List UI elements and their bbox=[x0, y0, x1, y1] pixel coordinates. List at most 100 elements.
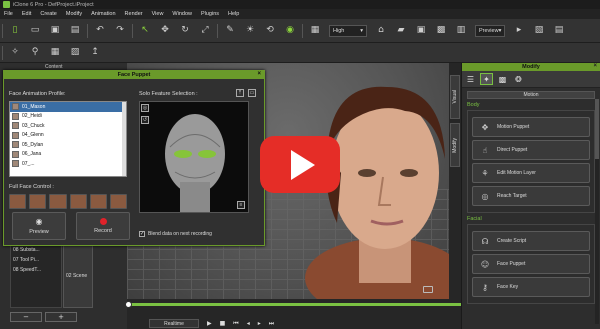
direct-puppet-button[interactable]: ☝ Direct Puppet bbox=[472, 140, 590, 160]
paint-icon[interactable]: ✎ bbox=[224, 25, 236, 37]
menu-render[interactable]: Render bbox=[125, 11, 143, 17]
rotate-icon[interactable]: ↻ bbox=[179, 25, 191, 37]
timeline-handle[interactable] bbox=[125, 301, 132, 308]
axis-icon[interactable]: ↥ bbox=[89, 47, 101, 59]
light-icon[interactable]: ☀ bbox=[244, 25, 256, 37]
last-frame-icon[interactable]: ⏭ bbox=[269, 320, 274, 328]
quality-select[interactable]: High ▾ bbox=[329, 24, 367, 37]
scrollbar-thumb[interactable] bbox=[595, 99, 599, 159]
face-preset[interactable] bbox=[29, 194, 47, 209]
grid-icon[interactable]: ▦ bbox=[49, 47, 61, 59]
tab-visual[interactable]: Visual bbox=[450, 75, 460, 119]
prev-frame-icon[interactable]: ◂ bbox=[247, 320, 250, 327]
list-view-icon[interactable]: ≡ bbox=[237, 201, 245, 209]
redo-icon[interactable]: ↷ bbox=[114, 25, 126, 37]
close-icon[interactable]: × bbox=[257, 71, 261, 77]
select-feature-icon[interactable]: ◎ bbox=[141, 104, 149, 112]
preview-select[interactable]: Preview ▾ bbox=[475, 24, 505, 37]
video-play-button[interactable] bbox=[260, 136, 340, 193]
list-item[interactable]: 03_Chuck bbox=[10, 121, 126, 131]
motion-section-bar[interactable]: Motion bbox=[467, 91, 595, 99]
viewport-toggle-icon[interactable] bbox=[423, 286, 433, 293]
animation-icon[interactable]: ✦ bbox=[480, 73, 493, 85]
material-icon[interactable]: ❂ bbox=[512, 73, 525, 85]
list-item[interactable]: 06_Jana bbox=[10, 150, 126, 160]
scale-icon[interactable]: ⤢ bbox=[199, 25, 211, 37]
attributes-icon[interactable]: ☰ bbox=[464, 73, 477, 85]
scrollbar[interactable] bbox=[595, 99, 599, 324]
tab-modify[interactable]: Modify bbox=[450, 123, 460, 167]
save-icon[interactable]: ▭ bbox=[248, 89, 256, 97]
morph-icon[interactable]: ▩ bbox=[496, 73, 509, 85]
face-preset[interactable] bbox=[9, 194, 27, 209]
export-icon[interactable]: ▧ bbox=[533, 25, 545, 37]
sync-icon[interactable]: ⟲ bbox=[264, 25, 276, 37]
zoom-icon[interactable]: ⚲ bbox=[29, 47, 41, 59]
menu-edit[interactable]: Edit bbox=[22, 11, 31, 17]
home-icon[interactable]: ⌂ bbox=[375, 25, 387, 37]
render-icon[interactable]: ▸ bbox=[513, 25, 525, 37]
blend-checkbox[interactable]: ✓ bbox=[139, 231, 145, 237]
list-item[interactable]: 04_Glenn bbox=[10, 131, 126, 141]
remove-button[interactable]: − bbox=[10, 312, 42, 322]
list-item[interactable]: 08 Substa... bbox=[11, 245, 61, 255]
close-icon[interactable]: × bbox=[593, 63, 597, 69]
motion-puppet-button[interactable]: ✥ Motion Puppet bbox=[472, 117, 590, 137]
list-item[interactable]: 01_Mason bbox=[10, 102, 126, 112]
scrollbar[interactable] bbox=[122, 102, 126, 176]
list-item[interactable]: 02_Heidi bbox=[10, 112, 126, 122]
face-preset[interactable] bbox=[69, 194, 87, 209]
menu-animation[interactable]: Animation bbox=[91, 11, 115, 17]
realtime-select[interactable]: Realtime bbox=[149, 319, 199, 328]
face-key-button[interactable]: ⚷ Face Key bbox=[472, 277, 590, 297]
menu-modify[interactable]: Modify bbox=[66, 11, 82, 17]
content-thumbnail[interactable]: 02 Scene bbox=[63, 244, 93, 308]
snap-icon[interactable]: ▨ bbox=[69, 47, 81, 59]
solo-feature-head[interactable] bbox=[139, 101, 249, 213]
menu-window[interactable]: Window bbox=[172, 11, 192, 17]
next-frame-icon[interactable]: ▸ bbox=[258, 320, 261, 327]
select-icon[interactable]: ↖ bbox=[139, 25, 151, 37]
open-icon[interactable]: ▭ bbox=[29, 25, 41, 37]
list-item[interactable]: 07_... bbox=[10, 159, 126, 169]
load-icon[interactable]: ⤒ bbox=[236, 89, 244, 97]
pick-target-icon[interactable]: ✧ bbox=[9, 47, 21, 59]
list-item[interactable]: 05_Dylan bbox=[10, 140, 126, 150]
menu-plugins[interactable]: Plugins bbox=[201, 11, 219, 17]
list-item[interactable]: 08 SpeedT... bbox=[11, 265, 61, 275]
face-preset[interactable] bbox=[109, 194, 128, 209]
camera-icon[interactable]: ▰ bbox=[395, 25, 407, 37]
move-icon[interactable]: ✥ bbox=[159, 25, 171, 37]
menu-help[interactable]: Help bbox=[228, 11, 239, 17]
blend-option[interactable]: ✓ Blend data on next recording bbox=[139, 231, 212, 237]
first-frame-icon[interactable]: ⏮ bbox=[233, 320, 238, 328]
reach-target-button[interactable]: ◎ Reach Target bbox=[472, 186, 590, 206]
display-icon[interactable]: ▦ bbox=[309, 25, 321, 37]
menu-create[interactable]: Create bbox=[40, 11, 57, 17]
eye-icon[interactable]: ◉ bbox=[284, 25, 296, 37]
edit-motion-layer-button[interactable]: ⚘ Edit Motion Layer bbox=[472, 163, 590, 183]
menu-file[interactable]: File bbox=[4, 11, 13, 17]
view-icon[interactable]: ▣ bbox=[415, 25, 427, 37]
stop-icon[interactable]: ■ bbox=[220, 320, 226, 327]
menu-view[interactable]: View bbox=[152, 11, 164, 17]
layout-icon[interactable]: ▥ bbox=[455, 25, 467, 37]
settings-icon[interactable]: ▤ bbox=[553, 25, 565, 37]
record-button[interactable]: Record bbox=[76, 212, 130, 240]
profile-list[interactable]: 01_Mason 02_Heidi 03_Chuck 04_Glenn 05_D… bbox=[9, 101, 127, 177]
undo-icon[interactable]: ↶ bbox=[94, 25, 106, 37]
timeline-slider[interactable] bbox=[127, 303, 461, 306]
face-preset[interactable] bbox=[49, 194, 67, 209]
merge-icon[interactable]: ▤ bbox=[69, 25, 81, 37]
list-item[interactable]: 07 Tool Pi... bbox=[11, 255, 61, 265]
add-button[interactable]: + bbox=[45, 312, 77, 322]
preview-button[interactable]: ◉ Preview bbox=[12, 212, 66, 240]
save-icon[interactable]: ▣ bbox=[49, 25, 61, 37]
face-puppet-button[interactable]: ☺ Face Puppet bbox=[472, 254, 590, 274]
reset-feature-icon[interactable]: ↺ bbox=[141, 116, 149, 124]
face-preset[interactable] bbox=[89, 194, 107, 209]
play-icon[interactable]: ▶ bbox=[207, 320, 212, 327]
create-script-button[interactable]: ☊ Create Script bbox=[472, 231, 590, 251]
grid-view-icon[interactable]: ▩ bbox=[435, 25, 447, 37]
new-project-icon[interactable]: ▯ bbox=[9, 25, 21, 37]
